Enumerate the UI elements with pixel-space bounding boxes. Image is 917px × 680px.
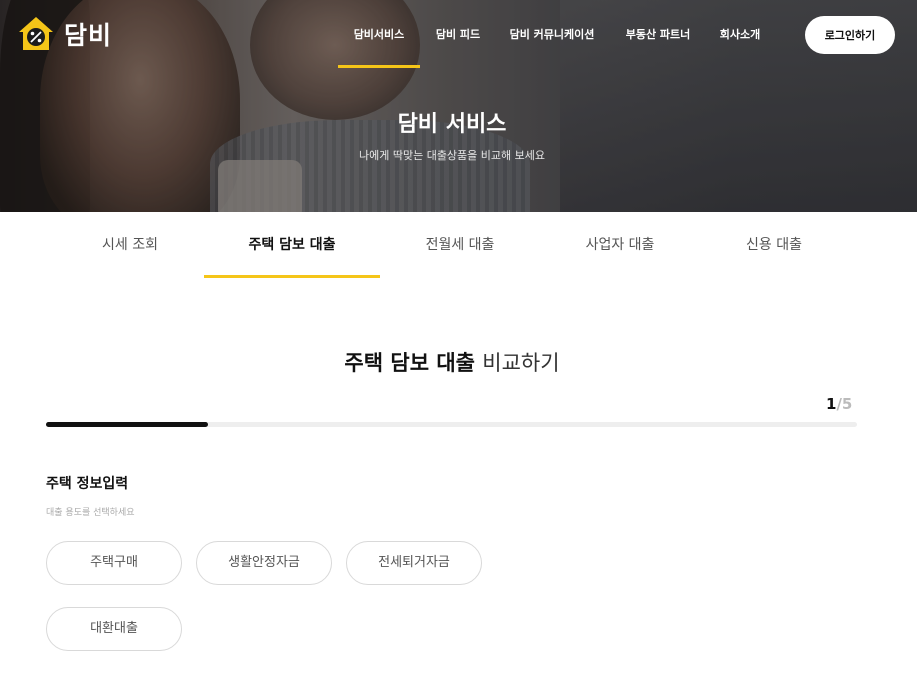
progress-bar-fill [46, 422, 209, 427]
section-title: 주택 담보 대출 비교하기 [0, 347, 904, 377]
hero-banner: 담비 담비서비스 담비 피드 담비 커뮤니케이션 부동산 파트너 회사소개 로그… [0, 0, 917, 212]
tab-jeonse-loan[interactable]: 전월세 대출 [380, 212, 540, 278]
nav-item-service[interactable]: 담비서비스 [338, 0, 420, 70]
tab-credit-loan[interactable]: 신용 대출 [700, 212, 848, 278]
progress-bar [46, 422, 857, 427]
nav-item-feed[interactable]: 담비 피드 [420, 0, 496, 70]
option-living-stability-fund[interactable]: 생활안정자금 [196, 541, 332, 585]
tab-mortgage-loan[interactable]: 주택 담보 대출 [204, 212, 380, 278]
tab-business-loan[interactable]: 사업자 대출 [540, 212, 700, 278]
step-indicator: 1/5 [826, 395, 852, 413]
nav-item-partner[interactable]: 부동산 파트너 [608, 0, 708, 70]
option-refinance[interactable]: 대환대출 [46, 607, 182, 651]
login-button[interactable]: 로그인하기 [805, 16, 895, 54]
section-title-light: 비교하기 [482, 351, 560, 375]
form-description: 대출 용도를 선택하세요 [46, 508, 135, 518]
step-total: 5 [841, 395, 853, 413]
step-current: 1 [826, 395, 837, 413]
logo[interactable]: 담비 [16, 14, 112, 54]
loan-type-tabs: 시세 조회 주택 담보 대출 전월세 대출 사업자 대출 신용 대출 [48, 212, 868, 280]
nav-item-communication[interactable]: 담비 커뮤니케이션 [496, 0, 608, 70]
option-jeonse-deposit-return[interactable]: 전세퇴거자금 [346, 541, 482, 585]
main-nav: 담비서비스 담비 피드 담비 커뮤니케이션 부동산 파트너 회사소개 [338, 0, 772, 70]
house-percent-icon [16, 14, 56, 54]
hero-title: 담비 서비스 [397, 112, 507, 137]
logo-text: 담비 [64, 21, 113, 50]
form-title: 주택 정보입력 [46, 476, 129, 492]
tab-price-lookup[interactable]: 시세 조회 [48, 212, 212, 278]
nav-item-company[interactable]: 회사소개 [708, 0, 772, 70]
option-home-purchase[interactable]: 주택구매 [46, 541, 182, 585]
section-title-bold: 주택 담보 대출 [344, 351, 475, 375]
hero-subtitle: 나에게 딱맞는 대출상품을 비교해 보세요 [358, 149, 546, 162]
